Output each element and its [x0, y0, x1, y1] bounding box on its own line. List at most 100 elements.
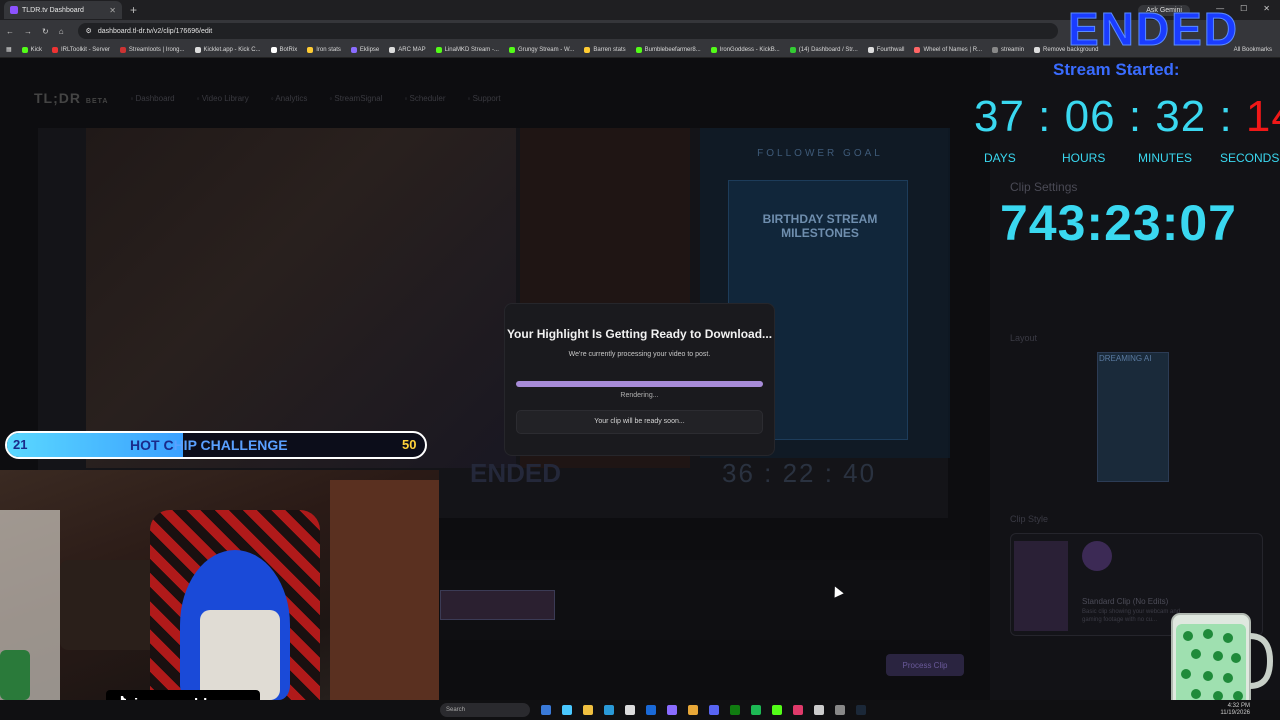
clock-time: 4:32 PM — [1227, 703, 1250, 709]
bookmark-label: Wheel of Names | R... — [923, 46, 983, 53]
bookmark-item[interactable]: IRLToolkit - Server — [52, 46, 110, 53]
nav-item-support[interactable]: ◦ Support — [468, 94, 501, 103]
chrome-icon[interactable] — [688, 705, 698, 715]
milestones-title: BIRTHDAY STREAM MILESTONES — [762, 212, 878, 240]
url-text: dashboard.tl-dr.tv/v2/clip/176696/edit — [97, 27, 213, 35]
modal-title: Your Highlight Is Getting Ready to Downl… — [506, 327, 773, 341]
nav-item-dashboard[interactable]: ◦ Dashboard — [130, 94, 174, 103]
bookmark-item[interactable]: LinaMKD Stream -... — [435, 46, 499, 53]
apps-icon[interactable]: ▦ — [6, 46, 12, 53]
clip-style-preview — [1014, 541, 1068, 631]
home-icon[interactable]: ⌂ — [59, 27, 64, 36]
bookmark-item[interactable]: ARC MAP — [389, 46, 426, 53]
bookmark-item[interactable]: Streamloots | Irong... — [119, 46, 185, 53]
video-webcam-region — [86, 128, 516, 468]
bookmark-favicon-icon — [508, 46, 515, 53]
outlook-icon[interactable] — [646, 705, 656, 715]
forward-icon[interactable]: → — [24, 27, 32, 36]
all-bookmarks-button[interactable]: All Bookmarks — [1234, 47, 1272, 53]
notepad-icon[interactable] — [835, 705, 845, 715]
bookmark-item[interactable]: Iron stats — [307, 46, 341, 53]
bookmark-favicon-icon — [389, 46, 396, 53]
bookmark-item[interactable]: (14) Dashboard / Str... — [789, 46, 858, 53]
bookmark-label: Barren stats — [593, 46, 626, 53]
faint-timer-text: 36 : 22 : 40 — [722, 458, 877, 488]
bookmark-favicon-icon — [1034, 46, 1041, 53]
browser-tab[interactable]: TLDR.tv Dashboard ✕ — [4, 1, 122, 19]
kick-icon[interactable] — [772, 705, 782, 715]
challenge-current: 21 — [13, 437, 28, 452]
new-tab-icon[interactable]: + — [130, 3, 137, 17]
layout-heading: Layout — [1010, 333, 1038, 343]
nav-item-streamsignal[interactable]: ◦ StreamSignal — [329, 94, 382, 103]
steam-icon[interactable] — [856, 705, 866, 715]
bookmark-item[interactable]: Kicklet.app - Kick C... — [194, 46, 261, 53]
bookmark-item[interactable]: BotRix — [270, 46, 297, 53]
clip-style-icon — [1082, 541, 1112, 571]
layout-thumb-label: DREAMING AI — [1099, 354, 1152, 363]
bookmark-item[interactable]: Wheel of Names | R... — [914, 46, 983, 53]
nav-item-analytics[interactable]: ◦ Analytics — [271, 94, 308, 103]
bookmark-item[interactable]: IronGoddess - KickB... — [710, 46, 780, 53]
bookmark-favicon-icon — [914, 46, 921, 53]
bookmark-favicon-icon — [710, 46, 717, 53]
discord-icon[interactable] — [709, 705, 719, 715]
spotify-icon[interactable] — [751, 705, 761, 715]
bookmark-item[interactable]: Barren stats — [584, 46, 626, 53]
xbox-icon[interactable] — [730, 705, 740, 715]
bookmark-item[interactable]: Eklipse — [350, 46, 380, 53]
clip-style-title: Standard Clip (No Edits) — [1082, 597, 1169, 606]
close-window-icon[interactable]: ✕ — [1263, 4, 1270, 13]
bookmark-label: Grungy Stream - W... — [517, 46, 575, 53]
bookmark-favicon-icon — [52, 46, 59, 53]
stream-started-label: Stream Started: — [1053, 60, 1180, 79]
taskbar-search[interactable]: Search — [440, 703, 530, 717]
bookmark-label: IronGoddess - KickB... — [719, 46, 780, 53]
windows-taskbar: Search 4:32 PM 11/19/2026 — [0, 700, 1280, 720]
webcam-bottle — [0, 650, 30, 700]
bookmark-item[interactable]: streamin — [992, 46, 1025, 53]
settings-icon[interactable] — [814, 705, 824, 715]
bookmark-item[interactable]: Bumblebeefarmer8... — [635, 46, 701, 53]
maximize-icon[interactable]: ☐ — [1240, 4, 1247, 13]
tab-title: TLDR.tv Dashboard — [22, 6, 84, 14]
bookmark-favicon-icon — [270, 46, 277, 53]
bookmark-favicon-icon — [635, 46, 642, 53]
seconds-label: SECONDS — [1220, 151, 1280, 165]
url-bar[interactable]: ⚙ dashboard.tl-dr.tv/v2/clip/176696/edit — [77, 23, 1058, 39]
app-pin-icon[interactable] — [793, 705, 803, 715]
bookmark-label: Fourthwall — [876, 46, 905, 53]
bookmark-favicon-icon — [194, 46, 201, 53]
timeline-clip-thumbnails[interactable] — [440, 590, 555, 620]
process-clip-button[interactable]: Process Clip — [886, 654, 964, 676]
bookmark-favicon-icon — [867, 46, 874, 53]
bookmark-favicon-icon — [992, 46, 999, 53]
bookmark-favicon-icon — [307, 46, 314, 53]
clock-date: 11/19/2026 — [1220, 710, 1250, 716]
file-explorer-icon[interactable] — [583, 705, 593, 715]
layout-option-thumbnail[interactable] — [1097, 352, 1169, 482]
bookmark-label: streamin — [1001, 46, 1025, 53]
store-icon[interactable] — [625, 705, 635, 715]
taskbar-clock[interactable]: 4:32 PM 11/19/2026 — [1220, 703, 1250, 717]
copilot-icon[interactable] — [562, 705, 572, 715]
faint-ended-text: ENDED — [470, 458, 562, 488]
follower-goal-title: FOLLOWER GOAL — [757, 148, 883, 159]
nav-item-video-library[interactable]: ◦ Video Library — [197, 94, 249, 103]
bookmark-item[interactable]: Fourthwall — [867, 46, 905, 53]
bookmark-label: Eklipse — [359, 46, 380, 53]
bookmark-item[interactable]: Grungy Stream - W... — [508, 46, 575, 53]
site-info-icon[interactable]: ⚙ — [86, 27, 92, 35]
obs-icon[interactable] — [667, 705, 677, 715]
close-tab-icon[interactable]: ✕ — [109, 6, 116, 15]
bookmark-favicon-icon — [435, 46, 442, 53]
ended-overlay: ENDED — [1067, 3, 1240, 55]
back-icon[interactable]: ← — [6, 27, 14, 36]
edge-icon[interactable] — [604, 705, 614, 715]
bookmark-item[interactable]: Kick — [21, 46, 42, 53]
bookmark-favicon-icon — [119, 46, 126, 53]
reload-icon[interactable]: ↻ — [42, 27, 49, 36]
task-view-icon[interactable] — [541, 705, 551, 715]
nav-item-scheduler[interactable]: ◦ Scheduler — [404, 94, 445, 103]
hours-label: HOURS — [1062, 151, 1106, 165]
